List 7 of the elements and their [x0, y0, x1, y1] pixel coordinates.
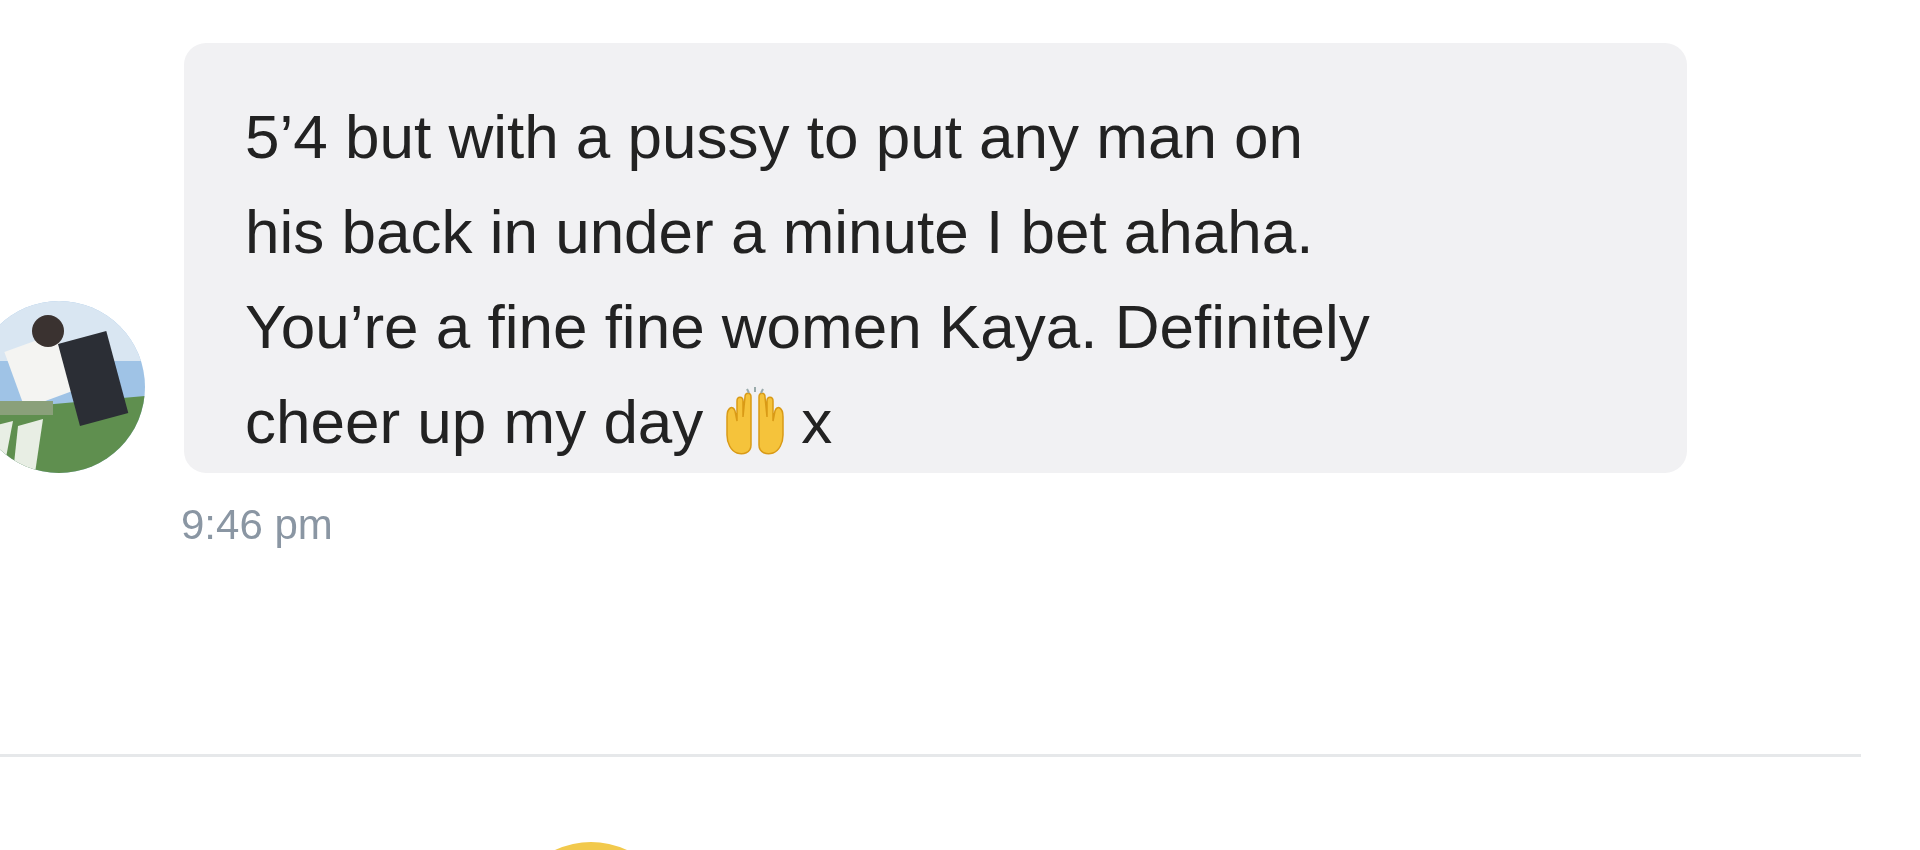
message-text: x [801, 386, 833, 458]
message-text: cheer up my day [245, 386, 704, 458]
message-text: 5’4 but with a pussy to put any man on [245, 101, 1305, 173]
message-text: his back in under a minute I bet ahaha. [245, 196, 1315, 268]
message-text: You’re a fine fine women Kaya. Definitely [245, 291, 1371, 363]
timestamp: 9:46 pm [181, 500, 333, 550]
emoji-icon [555, 842, 627, 850]
